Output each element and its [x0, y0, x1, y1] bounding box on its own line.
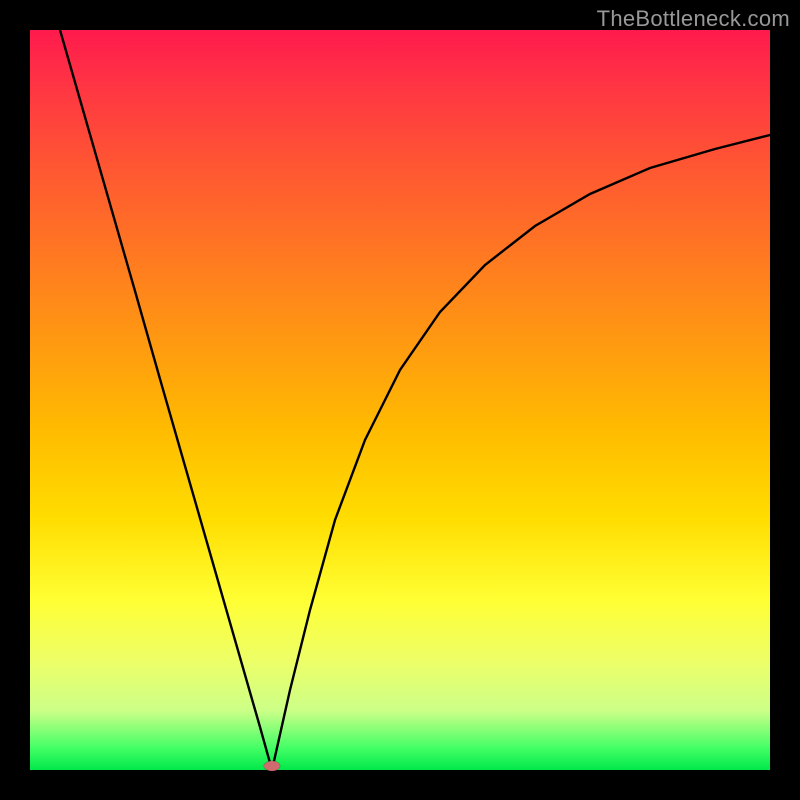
vertex-marker	[264, 761, 280, 771]
watermark-text: TheBottleneck.com	[597, 6, 790, 32]
chart-container: TheBottleneck.com	[0, 0, 800, 800]
plot-area	[30, 30, 770, 770]
left-branch-curve	[60, 30, 272, 770]
curve-layer	[30, 30, 770, 770]
right-branch-curve	[272, 135, 770, 770]
